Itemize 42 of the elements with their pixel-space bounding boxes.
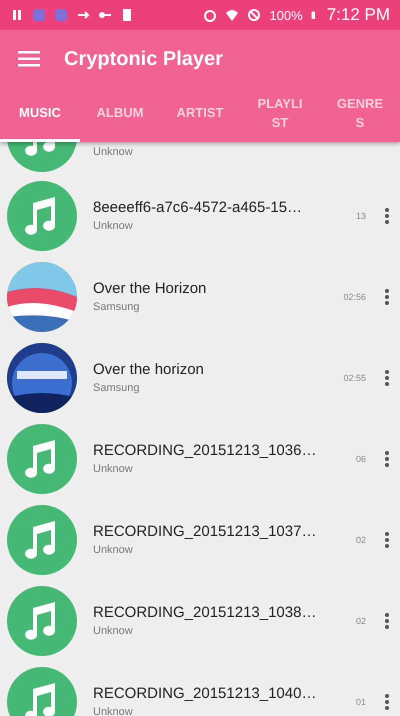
tab[interactable]: ALBUM xyxy=(80,88,160,142)
wifi-icon xyxy=(225,8,240,22)
app-title: Cryptonic Player xyxy=(64,48,223,70)
song-duration: 06 xyxy=(356,454,366,464)
song-duration: 01 xyxy=(356,696,366,706)
song-artist: Unknow xyxy=(93,463,134,475)
more-vertical-icon xyxy=(384,288,390,306)
pause-icon xyxy=(10,8,24,22)
song-duration: 02:56 xyxy=(343,292,366,302)
song-artist: Unknow xyxy=(93,146,134,158)
app-icon xyxy=(54,8,68,22)
song-artist: Unknow xyxy=(93,706,134,716)
song-title: Over the Horizon xyxy=(93,280,208,297)
song-duration: 13 xyxy=(356,210,366,220)
song-title: RECORDING_20151213_1037… xyxy=(93,523,318,540)
song-artist: Samsung xyxy=(93,382,140,394)
song-title: Over the horizon xyxy=(93,361,205,378)
tab[interactable]: GENRES xyxy=(320,88,400,142)
more-vertical-icon xyxy=(384,450,390,468)
song-title: RECORDING_20151213_1040… xyxy=(93,685,318,702)
song-artist: Unknow xyxy=(93,544,134,556)
song-duration: 02 xyxy=(356,534,366,544)
song-title: 8eeeeff6-a7c6-4572-a465-15… xyxy=(93,199,304,216)
song-title: RECORDING_20151213_1038… xyxy=(93,604,318,621)
more-vertical-icon xyxy=(384,692,390,710)
more-vertical-icon xyxy=(384,530,390,548)
song-artist: Unknow xyxy=(93,625,134,637)
tab[interactable]: ARTIST xyxy=(160,88,240,142)
song-duration: 02 xyxy=(356,616,366,626)
menu-icon[interactable] xyxy=(18,51,40,67)
song-artist: Samsung xyxy=(93,301,140,313)
more-vertical-icon xyxy=(384,612,390,630)
tab[interactable]: PLAYLIST xyxy=(240,88,320,142)
more-vertical-icon xyxy=(384,206,390,224)
battery-percentage: 100% xyxy=(269,8,303,22)
song-duration: 02:55 xyxy=(343,372,366,382)
clock: 7:12 PM xyxy=(326,5,390,25)
blocked-icon xyxy=(247,8,262,22)
app-icon xyxy=(32,8,46,22)
song-artist: Unknow xyxy=(93,220,134,232)
more-vertical-icon xyxy=(384,368,390,386)
song-title: RECORDING_20151213_1036… xyxy=(93,442,318,459)
